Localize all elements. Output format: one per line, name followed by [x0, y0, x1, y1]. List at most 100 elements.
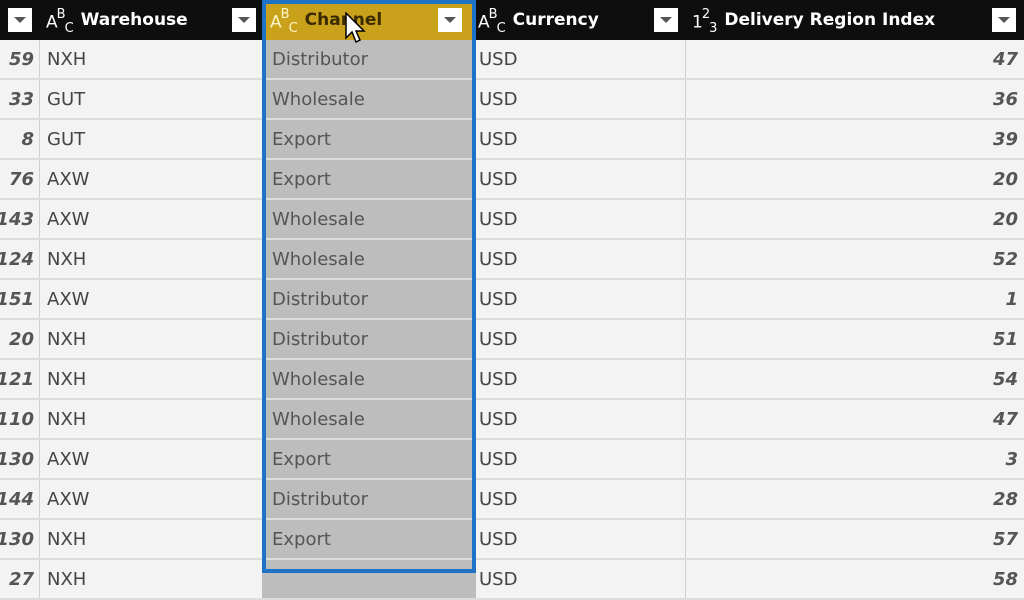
warehouse-cell[interactable]: AXW: [40, 200, 262, 238]
table-row[interactable]: 124 NXH Wholesale USD 52: [0, 240, 1024, 280]
channel-cell[interactable]: Export: [262, 520, 476, 558]
row-index-cell[interactable]: 144: [0, 480, 40, 518]
channel-cell[interactable]: Wholesale: [262, 400, 476, 438]
channel-cell[interactable]: Distributor: [262, 40, 476, 78]
row-index-cell[interactable]: 124: [0, 240, 40, 278]
text-type-icon[interactable]: ABC: [46, 7, 74, 37]
row-index-cell[interactable]: 130: [0, 520, 40, 558]
channel-cell[interactable]: Export: [262, 120, 476, 158]
text-type-icon[interactable]: ABC: [478, 7, 506, 37]
currency-cell[interactable]: USD: [476, 360, 686, 398]
delivery-region-index-cell[interactable]: 51: [686, 320, 1024, 358]
column-header-warehouse[interactable]: ABC Warehouse: [40, 0, 262, 40]
warehouse-cell[interactable]: NXH: [40, 520, 262, 558]
warehouse-cell[interactable]: AXW: [40, 440, 262, 478]
currency-cell[interactable]: USD: [476, 160, 686, 198]
text-type-icon[interactable]: ABC: [270, 7, 298, 37]
channel-cell[interactable]: [262, 560, 476, 598]
currency-cell[interactable]: USD: [476, 40, 686, 78]
channel-cell[interactable]: Wholesale: [262, 240, 476, 278]
warehouse-cell[interactable]: NXH: [40, 400, 262, 438]
currency-cell[interactable]: USD: [476, 480, 686, 518]
currency-cell[interactable]: USD: [476, 200, 686, 238]
channel-cell[interactable]: Distributor: [262, 280, 476, 318]
column-label: Warehouse: [80, 10, 188, 30]
channel-cell[interactable]: Export: [262, 440, 476, 478]
warehouse-cell[interactable]: NXH: [40, 560, 262, 598]
table-row[interactable]: 130 AXW Export USD 3: [0, 440, 1024, 480]
warehouse-cell[interactable]: AXW: [40, 480, 262, 518]
currency-cell[interactable]: USD: [476, 520, 686, 558]
column-header-currency[interactable]: ABC Currency: [476, 0, 686, 40]
warehouse-cell[interactable]: GUT: [40, 120, 262, 158]
delivery-region-index-cell[interactable]: 39: [686, 120, 1024, 158]
currency-cell[interactable]: USD: [476, 80, 686, 118]
channel-filter-dropdown[interactable]: [438, 8, 462, 32]
table-row[interactable]: 8 GUT Export USD 39: [0, 120, 1024, 160]
table-row[interactable]: 143 AXW Wholesale USD 20: [0, 200, 1024, 240]
table-row[interactable]: 110 NXH Wholesale USD 47: [0, 400, 1024, 440]
currency-filter-dropdown[interactable]: [654, 8, 678, 32]
delivery-region-index-cell[interactable]: 47: [686, 40, 1024, 78]
channel-cell[interactable]: Wholesale: [262, 80, 476, 118]
delivery-region-index-cell[interactable]: 28: [686, 480, 1024, 518]
currency-cell[interactable]: USD: [476, 320, 686, 358]
delivery-region-index-cell[interactable]: 20: [686, 200, 1024, 238]
warehouse-cell[interactable]: NXH: [40, 40, 262, 78]
channel-cell[interactable]: Wholesale: [262, 200, 476, 238]
channel-cell[interactable]: Distributor: [262, 480, 476, 518]
table-row[interactable]: 121 NXH Wholesale USD 54: [0, 360, 1024, 400]
row-index-cell[interactable]: 27: [0, 560, 40, 598]
channel-cell[interactable]: Distributor: [262, 320, 476, 358]
warehouse-cell[interactable]: NXH: [40, 320, 262, 358]
warehouse-cell[interactable]: AXW: [40, 160, 262, 198]
row-index-cell[interactable]: 76: [0, 160, 40, 198]
column-header-delivery-region-index[interactable]: 123 Delivery Region Index: [686, 0, 1024, 40]
delivery-region-index-cell[interactable]: 52: [686, 240, 1024, 278]
warehouse-cell[interactable]: NXH: [40, 360, 262, 398]
table-row[interactable]: 76 AXW Export USD 20: [0, 160, 1024, 200]
currency-cell[interactable]: USD: [476, 280, 686, 318]
table-row[interactable]: 27 NXH USD 58: [0, 560, 1024, 600]
row-index-cell[interactable]: 143: [0, 200, 40, 238]
delivery-region-index-cell[interactable]: 1: [686, 280, 1024, 318]
currency-cell[interactable]: USD: [476, 400, 686, 438]
index-filter-dropdown[interactable]: [8, 8, 32, 32]
warehouse-cell[interactable]: AXW: [40, 280, 262, 318]
delivery-region-index-cell[interactable]: 58: [686, 560, 1024, 598]
warehouse-cell[interactable]: GUT: [40, 80, 262, 118]
delivery-region-index-cell[interactable]: 54: [686, 360, 1024, 398]
number-type-icon[interactable]: 123: [692, 7, 717, 37]
channel-cell[interactable]: Wholesale: [262, 360, 476, 398]
row-index-cell[interactable]: 121: [0, 360, 40, 398]
warehouse-cell[interactable]: NXH: [40, 240, 262, 278]
delivery-region-index-filter-dropdown[interactable]: [992, 8, 1016, 32]
row-index-cell[interactable]: 20: [0, 320, 40, 358]
row-index-cell[interactable]: 130: [0, 440, 40, 478]
row-index-cell[interactable]: 110: [0, 400, 40, 438]
warehouse-filter-dropdown[interactable]: [232, 8, 256, 32]
delivery-region-index-cell[interactable]: 47: [686, 400, 1024, 438]
row-index-cell[interactable]: 59: [0, 40, 40, 78]
table-row[interactable]: 151 AXW Distributor USD 1: [0, 280, 1024, 320]
table-row[interactable]: 144 AXW Distributor USD 28: [0, 480, 1024, 520]
table-row[interactable]: 20 NXH Distributor USD 51: [0, 320, 1024, 360]
row-index-cell[interactable]: 151: [0, 280, 40, 318]
row-index-cell[interactable]: 8: [0, 120, 40, 158]
column-header-channel[interactable]: ABC Channel: [262, 0, 476, 40]
currency-cell[interactable]: USD: [476, 240, 686, 278]
column-label: Channel: [304, 10, 383, 30]
currency-cell[interactable]: USD: [476, 120, 686, 158]
currency-cell[interactable]: USD: [476, 560, 686, 598]
row-index-cell[interactable]: 33: [0, 80, 40, 118]
column-header-row: ABC Warehouse ABC Channel ABC Currency 1…: [0, 0, 1024, 40]
channel-cell[interactable]: Export: [262, 160, 476, 198]
table-row[interactable]: 33 GUT Wholesale USD 36: [0, 80, 1024, 120]
currency-cell[interactable]: USD: [476, 440, 686, 478]
delivery-region-index-cell[interactable]: 3: [686, 440, 1024, 478]
delivery-region-index-cell[interactable]: 57: [686, 520, 1024, 558]
delivery-region-index-cell[interactable]: 36: [686, 80, 1024, 118]
table-row[interactable]: 59 NXH Distributor USD 47: [0, 40, 1024, 80]
delivery-region-index-cell[interactable]: 20: [686, 160, 1024, 198]
table-row[interactable]: 130 NXH Export USD 57: [0, 520, 1024, 560]
